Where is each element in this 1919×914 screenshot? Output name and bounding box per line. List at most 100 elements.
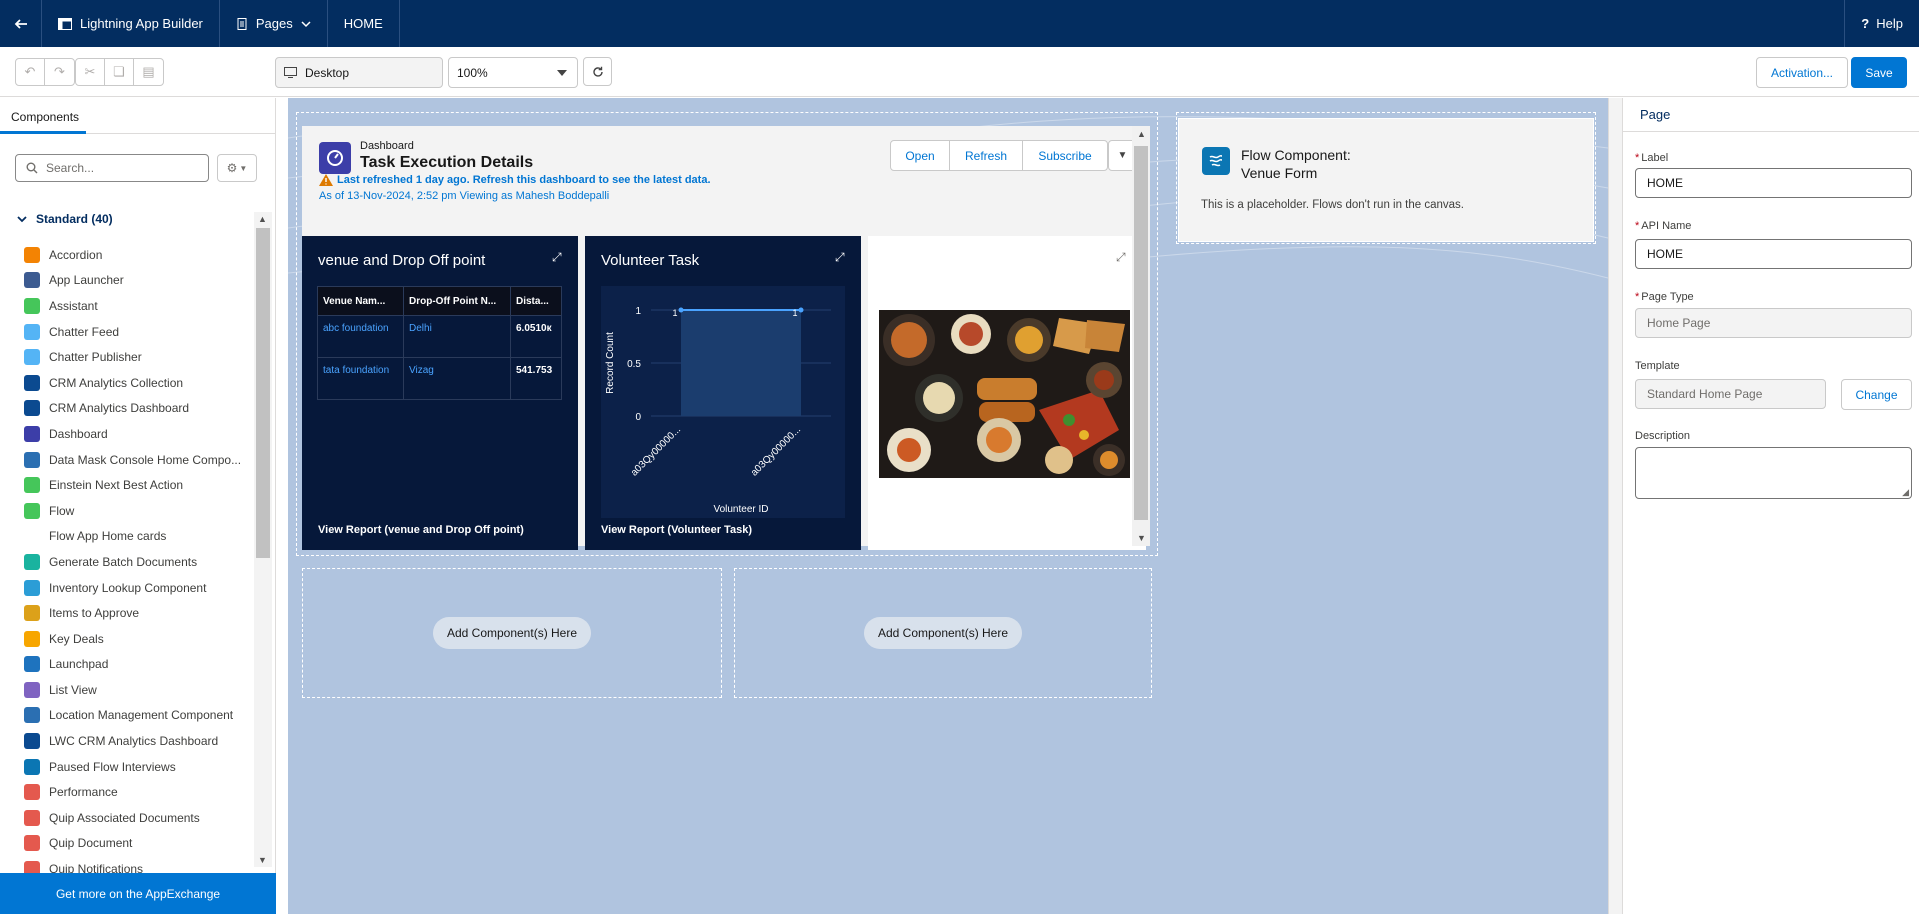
dashboard-scrollbar[interactable]: ▲ ▼ (1132, 126, 1150, 546)
component-list-item[interactable]: App Launcher (24, 268, 244, 294)
scroll-down-icon[interactable]: ▼ (1137, 533, 1146, 543)
component-label: Items to Approve (49, 606, 140, 621)
flow-component[interactable]: Flow Component: Venue Form This is a pla… (1178, 118, 1594, 242)
component-list-item[interactable]: Location Management Component (24, 703, 244, 729)
table-cell-link[interactable]: abc foundation (317, 315, 404, 358)
volunteer-task-chart[interactable]: 0 0.5 1 1 a03Qy00000... 1 a03Qy00000... Record … (601, 286, 845, 518)
component-list-item[interactable]: Key Deals (24, 626, 244, 652)
activation-button[interactable]: Activation... (1756, 57, 1848, 88)
component-list-item[interactable]: Accordion (24, 242, 244, 268)
canvas-scrollbar[interactable] (1608, 98, 1622, 914)
component-label: Quip Associated Documents (49, 810, 200, 825)
page-type-field-label: * Page Type (1635, 291, 1694, 303)
right-drop-region[interactable]: Add Component(s) Here (734, 568, 1152, 698)
zoom-value: 100% (457, 65, 488, 80)
column-header[interactable]: Dista... (510, 286, 562, 316)
resize-handle-icon[interactable]: ◢ (1902, 487, 1909, 498)
tab-components[interactable]: Components (0, 98, 275, 134)
back-button[interactable] (0, 0, 42, 47)
component-list-scrollbar[interactable]: ▲ ▼ (254, 212, 272, 867)
component-list-item[interactable]: Flow App Home cards (24, 524, 244, 550)
view-report-link[interactable]: View Report (Volunteer Task) (601, 524, 752, 536)
subscribe-button[interactable]: Subscribe (1023, 141, 1107, 170)
left-drop-region[interactable]: Add Component(s) Here (302, 568, 722, 698)
component-list-item[interactable]: CRM Analytics Collection (24, 370, 244, 396)
change-template-button[interactable]: Change (1841, 379, 1912, 410)
pages-menu[interactable]: Pages (220, 0, 328, 47)
performance-icon (24, 784, 40, 801)
add-component-button[interactable]: Add Component(s) Here (863, 617, 1023, 649)
location-icon (24, 707, 40, 724)
settings-menu-button[interactable]: ⚙ ▼ (217, 154, 257, 182)
component-list-item[interactable]: Chatter Feed (24, 319, 244, 345)
save-button[interactable]: Save (1851, 57, 1907, 88)
redo-button[interactable]: ↷ (45, 59, 74, 85)
column-header[interactable]: Venue Nam... (317, 286, 404, 316)
dashboard-component[interactable]: Dashboard Task Execution Details Last re… (302, 126, 1146, 550)
cut-button[interactable]: ✂ (76, 59, 105, 85)
component-list-item[interactable]: Launchpad (24, 652, 244, 678)
component-list-item[interactable]: Quip Associated Documents (24, 805, 244, 831)
component-label: Key Deals (49, 631, 104, 646)
scroll-down-icon[interactable]: ▼ (258, 855, 267, 865)
table-cell: 541.753 (510, 357, 562, 400)
toolbar: ↶ ↷ ✂ ❏ ▤ Desktop 100% Activation... Sav… (0, 47, 1919, 97)
component-list-item[interactable]: Data Mask Console Home Compo... (24, 447, 244, 473)
refresh-button[interactable]: Refresh (950, 141, 1023, 170)
description-field-label: Description (1635, 430, 1691, 442)
einstein-icon (24, 477, 40, 494)
refresh-icon (592, 66, 603, 77)
component-list-item[interactable]: Dashboard (24, 421, 244, 447)
scroll-up-icon[interactable]: ▲ (258, 214, 267, 224)
help-icon: ? (1861, 16, 1870, 31)
dashboard-header: Dashboard Task Execution Details Last re… (302, 126, 1146, 228)
component-list-item[interactable]: Einstein Next Best Action (24, 472, 244, 498)
scrollbar-thumb[interactable] (1134, 146, 1148, 520)
paste-button[interactable]: ▤ (134, 59, 163, 85)
help-button[interactable]: ? Help (1844, 0, 1919, 47)
flow-placeholder-note: This is a placeholder. Flows don't run i… (1201, 199, 1465, 211)
component-list-item[interactable]: List View (24, 677, 244, 703)
component-list-item[interactable]: Flow (24, 498, 244, 524)
component-list-item[interactable]: Paused Flow Interviews (24, 754, 244, 780)
zoom-selector[interactable]: 100% (448, 57, 578, 88)
canvas-refresh-button[interactable] (583, 57, 612, 86)
expand-icon[interactable]: ⤢ (835, 250, 845, 265)
view-report-link[interactable]: View Report (venue and Drop Off point) (318, 524, 524, 536)
device-selector[interactable]: Desktop (275, 57, 443, 88)
chevron-down-icon (17, 216, 27, 223)
component-list-item[interactable]: Chatter Publisher (24, 344, 244, 370)
api-name-input[interactable]: HOME (1635, 239, 1912, 269)
add-component-button[interactable]: Add Component(s) Here (432, 617, 592, 649)
label-input[interactable]: HOME (1635, 168, 1912, 198)
component-list-item[interactable]: Items to Approve (24, 600, 244, 626)
component-list-item[interactable]: Performance (24, 779, 244, 805)
component-list-item[interactable]: Assistant (24, 293, 244, 319)
table-cell-link[interactable]: Vizag (403, 357, 511, 400)
table-cell-link[interactable]: Delhi (403, 315, 511, 358)
component-search-input[interactable]: Search... (15, 154, 209, 182)
copy-button[interactable]: ❏ (105, 59, 134, 85)
column-header[interactable]: Drop-Off Point N... (403, 286, 511, 316)
scroll-up-icon[interactable]: ▲ (1137, 129, 1146, 139)
component-list-item[interactable]: Generate Batch Documents (24, 549, 244, 575)
open-button[interactable]: Open (891, 141, 950, 170)
component-label: Flow App Home cards (49, 529, 167, 544)
undo-button[interactable]: ↶ (16, 59, 45, 85)
x-axis-label: Volunteer ID (713, 504, 768, 515)
component-list-item[interactable]: CRM Analytics Dashboard (24, 396, 244, 422)
flow-subtitle: Venue Form (1241, 165, 1318, 181)
clipboard-group: ✂ ❏ ▤ (75, 58, 164, 86)
section-standard[interactable]: Standard (40) (17, 212, 113, 226)
component-list-item[interactable]: Inventory Lookup Component (24, 575, 244, 601)
table-cell-link[interactable]: tata foundation (317, 357, 404, 400)
expand-icon[interactable]: ⤢ (1116, 250, 1126, 265)
appexchange-link[interactable]: Get more on the AppExchange (0, 873, 276, 914)
expand-icon[interactable]: ⤢ (552, 250, 562, 265)
component-list-item[interactable]: LWC CRM Analytics Dashboard (24, 728, 244, 754)
component-list-item[interactable]: Quip Document (24, 831, 244, 857)
component-label: Data Mask Console Home Compo... (49, 452, 242, 467)
description-textarea[interactable]: ◢ (1635, 447, 1912, 499)
scrollbar-thumb[interactable] (256, 228, 270, 558)
tab-active-indicator (0, 131, 86, 134)
